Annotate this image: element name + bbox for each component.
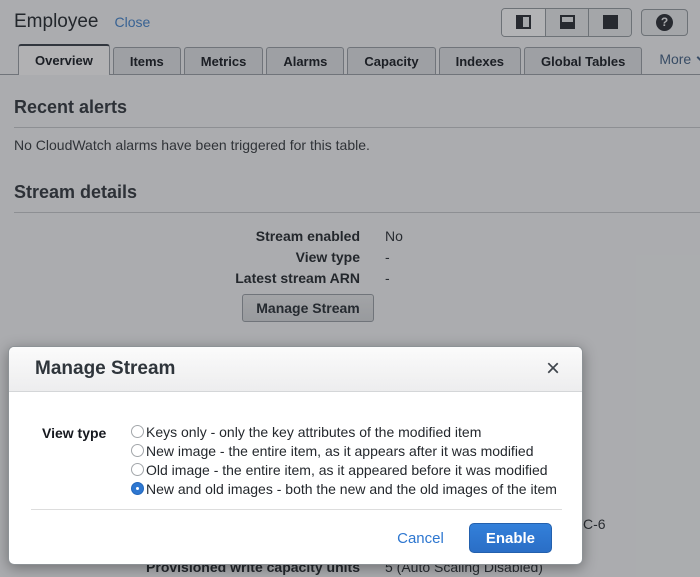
- option-new-image[interactable]: New image - the entire item, as it appea…: [131, 441, 557, 460]
- enable-button[interactable]: Enable: [469, 523, 552, 553]
- option-old-image[interactable]: Old image - the entire item, as it appea…: [131, 460, 557, 479]
- manage-stream-modal: Manage Stream × View type Keys only - on…: [8, 346, 583, 565]
- close-icon[interactable]: ×: [546, 357, 560, 381]
- modal-view-type-label: View type: [42, 425, 106, 441]
- radio-old-image[interactable]: [131, 463, 144, 476]
- option-new-and-old-images[interactable]: New and old images - both the new and th…: [131, 479, 557, 498]
- option-new-and-old-images-label: New and old images - both the new and th…: [146, 481, 557, 497]
- option-new-image-label: New image - the entire item, as it appea…: [146, 443, 534, 459]
- dynamodb-console-screen: Employee Close ? Overview Items Metrics: [0, 0, 700, 577]
- view-type-options: Keys only - only the key attributes of t…: [131, 422, 557, 498]
- radio-keys-only[interactable]: [131, 425, 144, 438]
- modal-header: Manage Stream ×: [9, 347, 582, 392]
- option-keys-only[interactable]: Keys only - only the key attributes of t…: [131, 422, 557, 441]
- modal-title: Manage Stream: [35, 358, 175, 380]
- option-old-image-label: Old image - the entire item, as it appea…: [146, 462, 548, 478]
- cancel-button[interactable]: Cancel: [397, 530, 444, 547]
- option-keys-only-label: Keys only - only the key attributes of t…: [146, 424, 481, 440]
- radio-new-and-old-images[interactable]: [131, 482, 144, 495]
- radio-new-image[interactable]: [131, 444, 144, 457]
- modal-footer: Cancel Enable: [9, 510, 582, 566]
